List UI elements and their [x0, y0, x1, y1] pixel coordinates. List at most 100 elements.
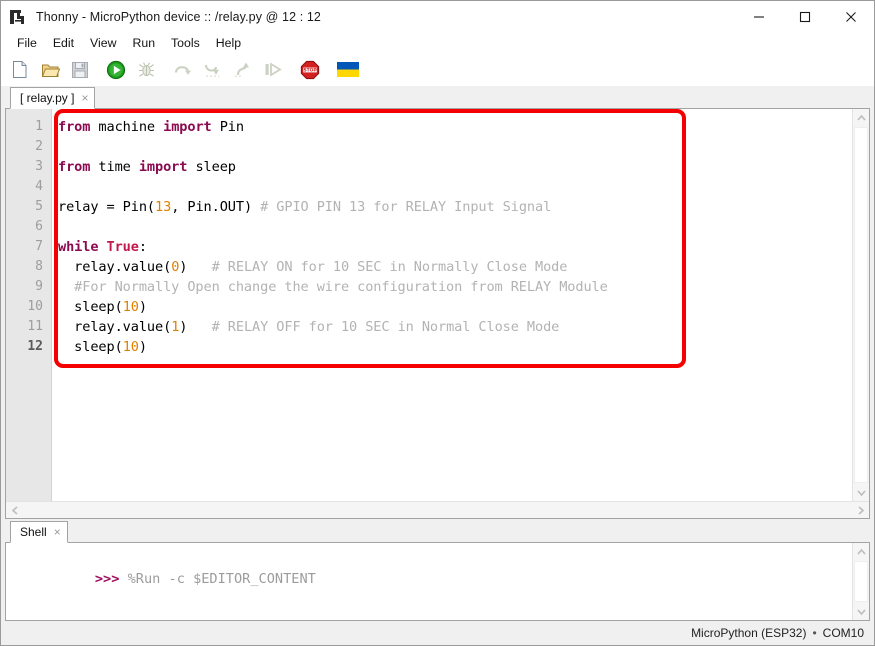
code-token: from [58, 159, 99, 175]
editor-tab-close-icon[interactable]: × [81, 92, 88, 104]
code-token: time [98, 159, 139, 175]
shell-scroll-up-icon[interactable] [853, 543, 869, 560]
line-number: 4 [35, 179, 43, 194]
maximize-icon[interactable] [782, 1, 828, 32]
code-token: # RELAY ON for 10 SEC in Normally Close … [187, 259, 568, 275]
editor-tab-relay-py[interactable]: [ relay.py ] × [10, 87, 96, 109]
editor-horizontal-scrollbar[interactable] [6, 501, 869, 518]
editor-hscroll-thumb[interactable] [23, 503, 852, 517]
code-token: sleep [195, 159, 236, 175]
code-token: #For Normally Open change the wire confi… [58, 279, 608, 295]
editor-row: 1 2 3 4 5 6 7 8 9 10 11 12 from machine import Pin … [6, 109, 869, 501]
code-token: : [138, 239, 147, 255]
title-bar: Thonny - MicroPython device :: /relay.py… [1, 1, 874, 32]
scroll-right-icon[interactable] [852, 505, 869, 515]
scroll-down-icon[interactable] [853, 484, 869, 501]
window-title: Thonny - MicroPython device :: /relay.py… [36, 9, 321, 24]
svg-text:STOP: STOP [303, 67, 317, 73]
toolbar: STOP [1, 54, 874, 86]
code-token: machine [98, 119, 164, 135]
debug-icon[interactable] [135, 59, 157, 81]
window-controls [736, 1, 874, 32]
shell-tab-close-icon[interactable]: × [54, 526, 61, 538]
step-into-icon[interactable] [201, 59, 223, 81]
scroll-left-icon[interactable] [6, 505, 23, 515]
shell-vertical-scrollbar[interactable] [852, 543, 869, 620]
code-token: ) [138, 339, 147, 355]
shell-tab-label: Shell [20, 525, 47, 539]
line-number-gutter: 1 2 3 4 5 6 7 8 9 10 11 12 [6, 109, 52, 501]
code-line: from time import sleep [58, 157, 852, 177]
ukraine-flag-icon[interactable] [337, 59, 359, 81]
menu-item-view[interactable]: View [82, 34, 124, 53]
code-token: while [58, 239, 107, 255]
line-number: 3 [35, 159, 43, 174]
menu-bar: File Edit View Run Tools Help [1, 32, 874, 54]
code-token: relay = Pin( [58, 199, 156, 215]
close-icon[interactable] [828, 1, 874, 32]
code-line: sleep(10) [58, 297, 852, 317]
scroll-up-icon[interactable] [853, 109, 869, 126]
menu-item-tools[interactable]: Tools [163, 34, 208, 53]
code-line: while True: [58, 237, 852, 257]
code-line: relay.value(0) # RELAY ON for 10 SEC in … [58, 257, 852, 277]
status-bar: MicroPython (ESP32) • COM10 [1, 621, 874, 645]
code-token: # RELAY OFF for 10 SEC in Normal Close M… [187, 319, 560, 335]
code-token: import [163, 119, 220, 135]
status-port[interactable]: COM10 [823, 626, 864, 640]
step-over-icon[interactable] [171, 59, 193, 81]
line-number: 12 [27, 339, 43, 354]
line-number: 10 [27, 299, 43, 314]
code-token: Pin [219, 119, 244, 135]
menu-item-edit[interactable]: Edit [45, 34, 82, 53]
code-token: # GPIO PIN 13 for RELAY Input Signal [260, 199, 552, 215]
editor-vscroll-thumb[interactable] [854, 127, 868, 483]
shell-tabstrip: Shell × [5, 521, 870, 543]
shell-command: %Run -c $EDITOR_CONTENT [119, 571, 316, 587]
code-token: , Pin.OUT) [171, 199, 261, 215]
shell-scroll-down-icon[interactable] [853, 603, 869, 620]
line-number: 6 [35, 219, 43, 234]
menu-item-run[interactable]: Run [124, 34, 163, 53]
status-interpreter[interactable]: MicroPython (ESP32) [691, 626, 806, 640]
line-number: 8 [35, 259, 43, 274]
code-token: relay.value( [58, 259, 172, 275]
stop-icon[interactable]: STOP [299, 59, 321, 81]
code-line: relay = Pin(13, Pin.OUT) # GPIO PIN 13 f… [58, 197, 852, 217]
line-number: 11 [27, 319, 43, 334]
editor-tab-label: [ relay.py ] [20, 91, 75, 105]
new-file-icon[interactable] [9, 59, 31, 81]
menu-item-help[interactable]: Help [208, 34, 249, 53]
save-file-icon[interactable] [69, 59, 91, 81]
shell-body: >>> %Run -c $EDITOR_CONTENT [5, 543, 870, 621]
code-token: 10 [122, 299, 139, 315]
line-number: 1 [35, 119, 43, 134]
line-number: 2 [35, 139, 43, 154]
resume-icon[interactable] [261, 59, 283, 81]
menu-item-file[interactable]: File [9, 34, 45, 53]
step-out-icon[interactable] [231, 59, 253, 81]
run-icon[interactable] [105, 59, 127, 81]
open-file-icon[interactable] [39, 59, 61, 81]
shell-vscroll-thumb[interactable] [854, 561, 868, 602]
code-token: relay.value( [58, 319, 172, 335]
shell-tab[interactable]: Shell × [10, 521, 68, 543]
editor-vertical-scrollbar[interactable] [852, 109, 869, 501]
code-line: relay.value(1) # RELAY OFF for 10 SEC in… [58, 317, 852, 337]
code-line: #For Normally Open change the wire confi… [58, 277, 852, 297]
code-token: True [106, 239, 139, 255]
thonny-logo-icon [9, 8, 27, 26]
shell-line: >>> %Run -c $EDITOR_CONTENT [13, 549, 852, 609]
line-number: 9 [35, 279, 43, 294]
code-token: import [138, 159, 196, 175]
line-number: 7 [35, 239, 43, 254]
code-token: sleep( [58, 299, 123, 315]
code-text-area[interactable]: from machine import Pin from time import… [52, 109, 852, 501]
line-number: 5 [35, 199, 43, 214]
thonny-window: Thonny - MicroPython device :: /relay.py… [0, 0, 875, 646]
shell-output[interactable]: >>> %Run -c $EDITOR_CONTENT [6, 543, 852, 620]
minimize-icon[interactable] [736, 1, 782, 32]
code-token: sleep( [58, 339, 123, 355]
code-line: from machine import Pin [58, 117, 852, 137]
